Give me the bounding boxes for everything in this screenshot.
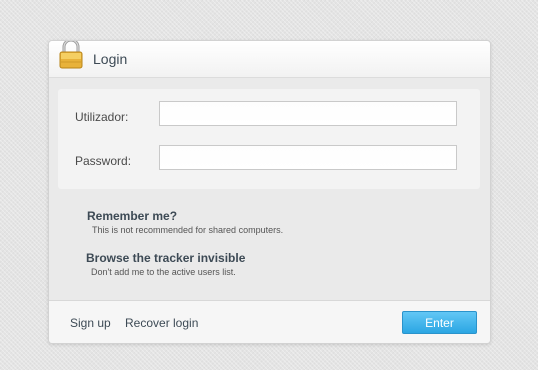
browse-invisible-option[interactable]: Browse the tracker invisible Don't add m…	[86, 251, 245, 277]
panel-header: Login	[49, 41, 490, 78]
lock-icon	[58, 41, 84, 70]
enter-button[interactable]: Enter	[402, 311, 477, 334]
password-label: Password:	[75, 154, 132, 168]
username-input[interactable]	[159, 101, 457, 126]
page-title: Login	[93, 51, 128, 67]
browse-invisible-description: Don't add me to the active users list.	[91, 267, 236, 277]
panel-footer: Sign up Recover login Enter	[49, 300, 490, 343]
sign-up-link[interactable]: Sign up	[70, 316, 111, 330]
password-input[interactable]	[159, 145, 457, 170]
remember-me-description: This is not recommended for shared compu…	[92, 225, 284, 235]
remember-me-option[interactable]: Remember me? This is not recommended for…	[87, 209, 283, 235]
login-form: Utilizador: Password:	[58, 89, 480, 189]
remember-me-title[interactable]: Remember me?	[87, 209, 283, 223]
login-panel: Login Utilizador: Password: Remember me?…	[48, 40, 491, 344]
browse-invisible-title[interactable]: Browse the tracker invisible	[86, 251, 245, 265]
recover-login-link[interactable]: Recover login	[125, 316, 198, 330]
username-label: Utilizador:	[75, 110, 129, 124]
